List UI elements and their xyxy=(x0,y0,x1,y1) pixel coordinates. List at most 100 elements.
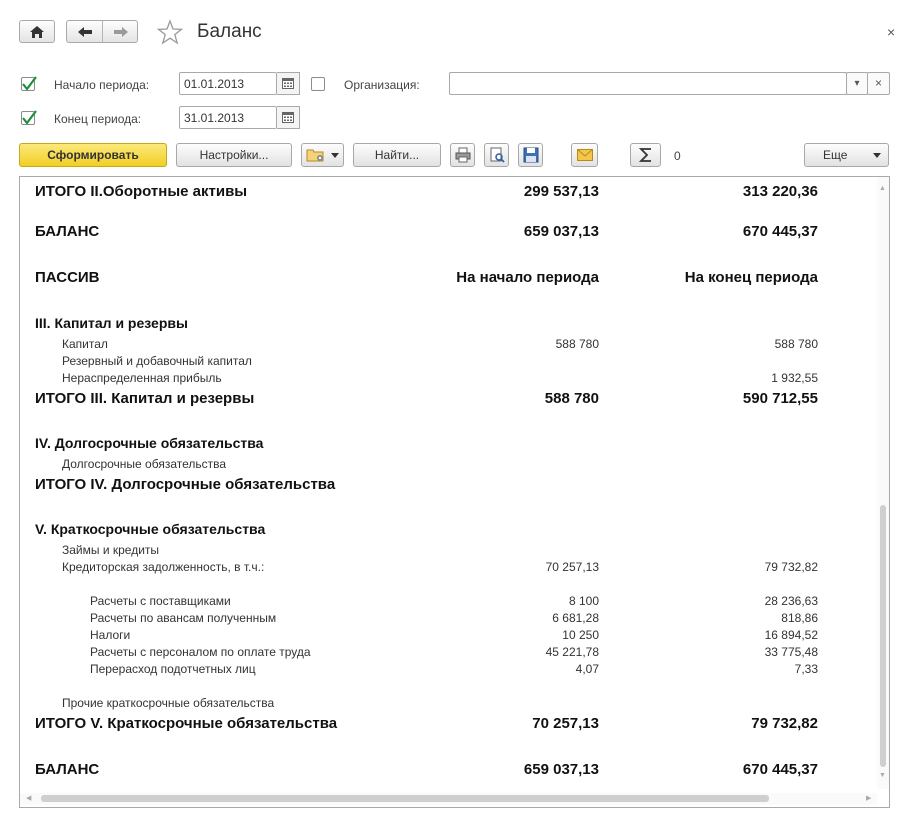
settings-button[interactable]: Настройки... xyxy=(176,143,292,167)
end-period-checkbox[interactable] xyxy=(21,110,37,125)
start-period-checkbox[interactable] xyxy=(21,76,37,91)
table-row: Займы и кредиты xyxy=(20,543,870,561)
more-menu-button[interactable]: Еще xyxy=(804,143,889,167)
chevron-down-icon xyxy=(873,153,881,158)
row-start-value: 8 100 xyxy=(568,594,599,608)
row-end-value: 79 732,82 xyxy=(764,560,818,574)
scroll-right-icon[interactable]: ▶ xyxy=(866,794,871,802)
calendar-icon xyxy=(282,78,294,89)
row-name: Расчеты с персоналом по оплате труда xyxy=(90,645,311,659)
table-row: Резервный и добавочный капитал xyxy=(20,354,870,372)
close-icon[interactable]: × xyxy=(887,24,895,40)
organization-checkbox[interactable] xyxy=(311,77,325,91)
scroll-left-icon[interactable]: ◀ xyxy=(26,794,31,802)
sum-button[interactable] xyxy=(630,143,661,167)
row-name: III. Капитал и резервы xyxy=(35,315,188,331)
home-button[interactable] xyxy=(19,20,55,43)
start-calendar-button[interactable] xyxy=(277,72,300,95)
table-row: Расчеты с поставщиками 8 100 28 236,63 xyxy=(20,594,870,612)
table-row: V. Краткосрочные обязательства xyxy=(20,521,870,539)
row-name: Кредиторская задолженность, в т.ч.: xyxy=(62,560,265,574)
end-calendar-button[interactable] xyxy=(277,106,300,129)
printer-icon xyxy=(455,147,471,163)
table-row: БАЛАНС 659 037,13 670 445,37 xyxy=(20,761,870,779)
row-end-value: 588 780 xyxy=(774,337,818,351)
row-start-value: 299 537,13 xyxy=(523,183,599,200)
folder-gear-icon xyxy=(306,149,324,162)
row-end-value: 79 732,82 xyxy=(751,715,818,732)
print-preview-button[interactable] xyxy=(484,143,509,167)
table-row: БАЛАНС 659 037,13 670 445,37 xyxy=(20,223,870,241)
row-name: V. Краткосрочные обязательства xyxy=(35,521,266,537)
row-start-value: 70 257,13 xyxy=(545,560,599,574)
end-period-value: 31.01.2013 xyxy=(184,111,245,125)
organization-clear-button[interactable]: × xyxy=(867,72,890,95)
organization-dropdown-button[interactable]: ▾ xyxy=(846,72,868,95)
save-button[interactable] xyxy=(518,143,543,167)
table-row: ИТОГО II.Оборотные активы 299 537,13 313 2… xyxy=(20,183,870,201)
row-end-value: 590 712,55 xyxy=(742,390,818,407)
row-name: Долгосрочные обязательства xyxy=(62,457,227,471)
end-period-label: Конец периода: xyxy=(54,112,142,126)
organization-input[interactable] xyxy=(449,72,847,95)
variants-menu-button[interactable] xyxy=(301,143,344,167)
row-end-value: 28 236,63 xyxy=(764,594,818,608)
row-name: Перерасход подотчетных лиц xyxy=(90,662,256,676)
row-name: ИТОГО III. Капитал и резервы xyxy=(35,390,255,407)
row-name: ПАССИВ xyxy=(35,269,100,286)
favorite-star-icon[interactable] xyxy=(157,19,183,45)
row-name: ИТОГО V. Краткосрочные обязательства xyxy=(35,715,338,732)
start-period-input[interactable]: 01.01.2013 xyxy=(179,72,277,95)
generate-button[interactable]: Сформировать xyxy=(19,143,167,167)
table-row: ИТОГО III. Капитал и резервы 588 780 590 7… xyxy=(20,390,870,408)
report-spreadsheet[interactable]: ИТОГО II.Оборотные активы 299 537,13 313 2… xyxy=(19,176,890,808)
table-row: Расчеты по авансам полученным 6 681,28 818… xyxy=(20,611,870,629)
table-row: Нераспределенная прибыль 1 932,55 xyxy=(20,371,870,389)
table-row: Расчеты с персоналом по оплате труда 45 2… xyxy=(20,645,870,663)
row-name: Прочие краткосрочные обязательства xyxy=(62,696,275,710)
table-row: ИТОГО V. Краткосрочные обязательства 70 2… xyxy=(20,715,870,733)
table-row: Кредиторская задолженность, в т.ч.: 70 25… xyxy=(20,560,870,578)
horizontal-scroll-thumb[interactable] xyxy=(41,795,769,802)
checkmark-icon xyxy=(22,76,37,91)
row-name: БАЛАНС xyxy=(35,223,100,240)
vertical-scroll-thumb[interactable] xyxy=(880,505,886,767)
row-start-value: На начало периода xyxy=(456,269,599,286)
row-start-value: 4,07 xyxy=(575,662,599,676)
end-period-input[interactable]: 31.01.2013 xyxy=(179,106,277,129)
row-start-value: 70 257,13 xyxy=(532,715,599,732)
print-button[interactable] xyxy=(450,143,475,167)
row-end-value: На конец периода xyxy=(684,269,818,286)
row-start-value: 10 250 xyxy=(562,628,599,642)
envelope-icon xyxy=(577,149,593,161)
back-button[interactable] xyxy=(67,21,102,42)
find-button[interactable]: Найти... xyxy=(353,143,441,167)
home-icon xyxy=(30,26,44,38)
table-row: IV. Долгосрочные обязательства xyxy=(20,435,870,453)
send-email-button[interactable] xyxy=(571,143,598,167)
row-start-value: 659 037,13 xyxy=(523,223,599,240)
table-row: Перерасход подотчетных лиц 4,07 7,33 xyxy=(20,662,870,680)
row-name: Налоги xyxy=(90,628,131,642)
row-start-value: 6 681,28 xyxy=(552,611,599,625)
scroll-down-icon[interactable]: ▼ xyxy=(879,772,886,779)
start-period-label: Начало периода: xyxy=(54,78,150,92)
row-end-value: 818,86 xyxy=(781,611,818,625)
row-end-value: 1 932,55 xyxy=(771,371,818,385)
scroll-up-icon[interactable]: ▲ xyxy=(879,185,886,192)
table-row: ПАССИВ На начало периода На конец периода xyxy=(20,269,870,287)
forward-button[interactable] xyxy=(103,21,138,42)
row-name: Резервный и добавочный капитал xyxy=(62,354,252,368)
row-start-value: 45 221,78 xyxy=(545,645,599,659)
row-end-value: 7,33 xyxy=(794,662,818,676)
row-name: Расчеты с поставщиками xyxy=(90,594,231,608)
sigma-icon xyxy=(639,148,651,162)
checkmark-icon xyxy=(22,110,37,125)
row-name: БАЛАНС xyxy=(35,761,100,778)
table-row: Прочие краткосрочные обязательства xyxy=(20,696,870,714)
preview-icon xyxy=(490,147,505,163)
page-title: Баланс xyxy=(197,21,262,42)
clear-icon: × xyxy=(874,76,882,90)
row-start-value: 588 780 xyxy=(544,390,599,407)
row-end-value: 670 445,37 xyxy=(742,223,818,240)
